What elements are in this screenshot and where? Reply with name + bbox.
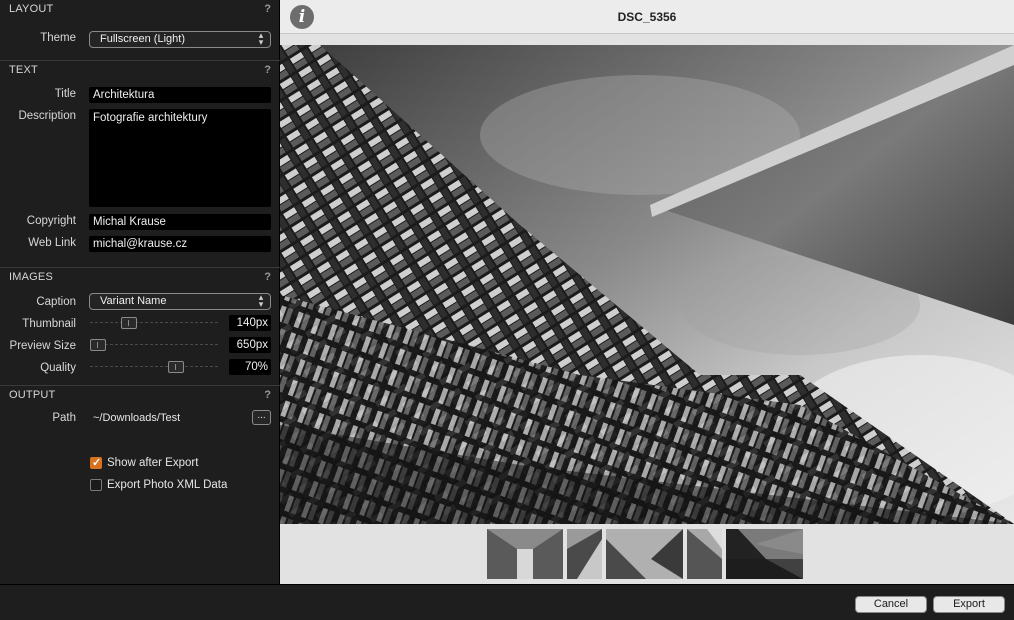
cancel-button[interactable]: Cancel <box>855 596 927 613</box>
output-section-header: OUTPUT ? <box>0 385 280 405</box>
thumbnail-item[interactable] <box>487 529 563 579</box>
copyright-field[interactable]: Michal Krause <box>89 214 271 230</box>
thumbnail-slider[interactable] <box>90 317 218 329</box>
export-xml-label[interactable]: Export Photo XML Data <box>107 479 227 491</box>
theme-label: Theme <box>40 32 76 44</box>
preview-size-value[interactable]: 650px <box>229 337 271 353</box>
thumbnail-item[interactable] <box>687 529 722 579</box>
theme-select[interactable]: Fullscreen (Light) ▴ ▾ <box>89 31 271 48</box>
main-photo[interactable] <box>280 45 1014 524</box>
images-help-icon[interactable]: ? <box>264 271 271 283</box>
images-header: IMAGES <box>9 271 53 283</box>
thumbnail-item[interactable] <box>726 529 803 579</box>
description-field[interactable]: Fotografie architektury <box>89 109 271 207</box>
path-value: ~/Downloads/Test <box>93 412 181 424</box>
preview-pane: i DSC_5356 <box>280 0 1014 584</box>
export-button[interactable]: Export <box>933 596 1005 613</box>
caption-value: Variant Name <box>100 295 167 307</box>
text-help-icon[interactable]: ? <box>264 64 271 76</box>
slider-knob[interactable] <box>90 339 106 351</box>
preview-toolbar: i DSC_5356 <box>280 0 1014 34</box>
thumbnail-label: Thumbnail <box>22 318 76 330</box>
images-section-header: IMAGES ? <box>0 267 280 287</box>
quality-label: Quality <box>40 362 76 374</box>
layout-section-header: LAYOUT ? <box>0 0 280 20</box>
theme-value: Fullscreen (Light) <box>100 33 185 45</box>
dialog-footer: Cancel Export <box>0 584 1014 620</box>
slider-knob[interactable] <box>168 361 184 373</box>
show-after-export-checkbox[interactable] <box>90 456 102 469</box>
output-help-icon[interactable]: ? <box>264 389 271 401</box>
image-title: DSC_5356 <box>617 10 677 24</box>
thumbnail-item[interactable] <box>606 529 683 579</box>
text-header: TEXT <box>9 64 38 76</box>
thumbnail-item[interactable] <box>567 529 602 579</box>
layout-help-icon[interactable]: ? <box>264 3 271 15</box>
main-photo-image <box>280 45 1014 524</box>
path-label: Path <box>52 412 76 424</box>
browse-path-button[interactable]: ... <box>252 410 271 425</box>
caption-label: Caption <box>36 296 76 308</box>
slider-knob[interactable] <box>121 317 137 329</box>
show-after-export-label[interactable]: Show after Export <box>107 457 198 469</box>
thumbnail-strip <box>487 529 807 579</box>
title-label: Title <box>54 88 76 100</box>
updown-chevron-icon: ▴ ▾ <box>258 30 264 47</box>
preview-size-slider[interactable] <box>90 339 218 351</box>
preview-size-label: Preview Size <box>9 340 76 352</box>
text-section-header: TEXT ? <box>0 60 280 80</box>
caption-select[interactable]: Variant Name ▴ ▾ <box>89 293 271 310</box>
updown-chevron-icon: ▴ ▾ <box>258 292 264 309</box>
description-label: Description <box>18 110 76 122</box>
layout-header: LAYOUT <box>9 3 54 15</box>
quality-value[interactable]: 70% <box>229 359 271 375</box>
quality-slider[interactable] <box>90 361 218 373</box>
copyright-label: Copyright <box>26 215 76 227</box>
thumbnail-value[interactable]: 140px <box>229 315 271 331</box>
weblink-label: Web Link <box>28 237 76 249</box>
weblink-field[interactable]: michal@krause.cz <box>89 236 271 252</box>
settings-panel: LAYOUT ? Theme Fullscreen (Light) ▴ ▾ TEX… <box>0 0 280 584</box>
title-field[interactable]: Architektura <box>89 87 271 103</box>
export-xml-checkbox[interactable] <box>90 479 102 491</box>
output-header: OUTPUT <box>9 389 56 401</box>
